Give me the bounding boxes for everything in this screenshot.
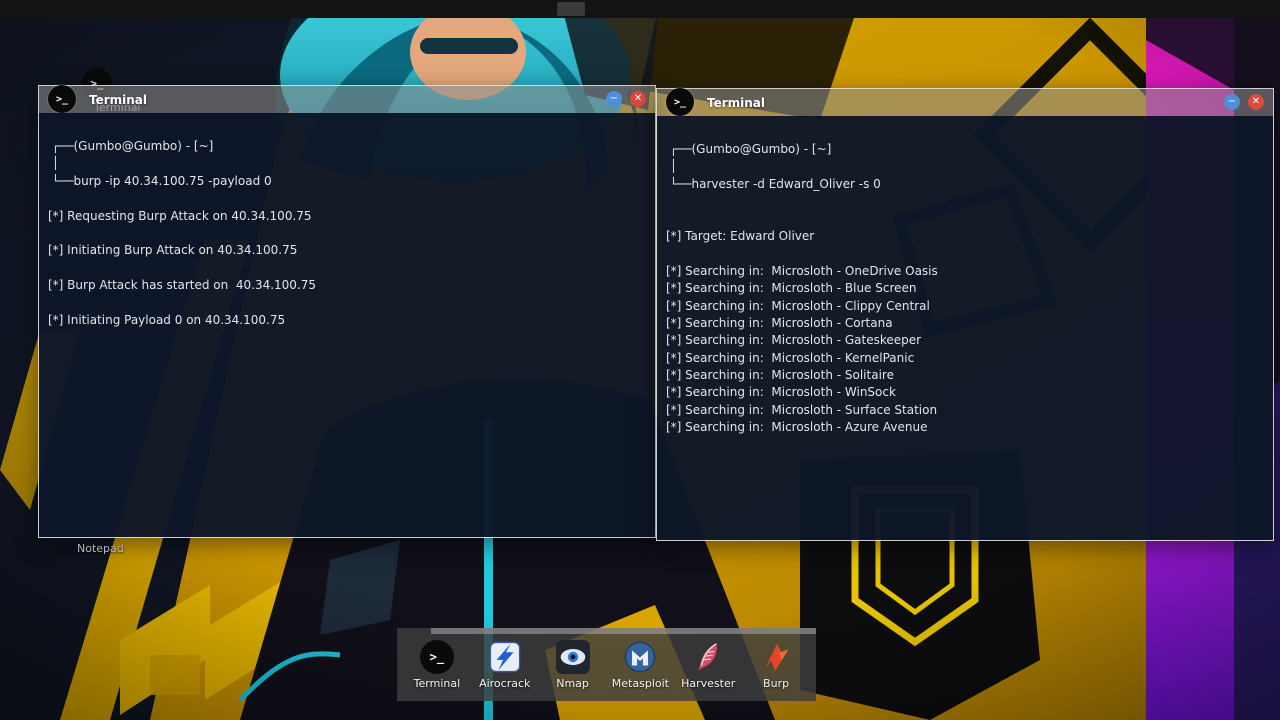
top-panel-applet[interactable] — [557, 2, 585, 16]
dock-label-nmap: Nmap — [556, 677, 589, 690]
dock-item-terminal[interactable]: >_ Terminal — [405, 640, 469, 690]
metasploit-icon — [623, 640, 657, 674]
dock-item-harvester[interactable]: Harvester — [676, 640, 740, 690]
window-title: Terminal — [707, 96, 765, 110]
airocrack-icon — [488, 640, 522, 674]
terminal-line: [*] Searching in: Microsloth - KernelPan… — [666, 350, 1263, 367]
close-icon: ✕ — [1252, 97, 1260, 107]
terminal-icon: >_ — [48, 85, 76, 113]
terminal-line: [*] Searching in: Microsloth - WinSock — [666, 384, 1263, 401]
terminal-line: [*] Target: Edward Oliver — [666, 228, 1263, 245]
terminal-icon-glyph: >_ — [430, 650, 444, 664]
dock-item-metasploit[interactable]: Metasploit — [608, 640, 672, 690]
terminal-window-harvester: >_ Terminal − ✕ ┌──(Gumbo@Gumbo) - [~] │… — [656, 88, 1274, 541]
dock-top-strip — [431, 628, 816, 634]
terminal-line: [*] Searching in: Microsloth - Surface S… — [666, 402, 1263, 419]
terminal-line: [*] Initiating Burp Attack on 40.34.100.… — [48, 242, 645, 259]
minimize-icon: − — [610, 94, 618, 104]
terminal-line: [*] Searching in: Microsloth - Gateskeep… — [666, 332, 1263, 349]
terminal-line: [*] Searching in: Microsloth - Clippy Ce… — [666, 298, 1263, 315]
dock: >_ Terminal Airocrack Nmap Metasploi — [397, 628, 816, 701]
dock-item-nmap[interactable]: Nmap — [541, 640, 605, 690]
terminal-icon: >_ — [420, 640, 454, 674]
terminal-line: [*] Searching in: Microsloth - Azure Ave… — [666, 419, 1263, 436]
harvester-feather-icon — [691, 640, 725, 674]
terminal-icon: >_ — [666, 88, 694, 116]
dock-label-terminal: Terminal — [414, 677, 461, 690]
terminal-output[interactable]: ┌──(Gumbo@Gumbo) - [~] │ └──harvester -d… — [657, 116, 1273, 540]
minimize-button[interactable]: − — [606, 91, 622, 107]
dock-label-metasploit: Metasploit — [612, 677, 669, 690]
terminal-line: [*] Searching in: Microsloth - Cortana — [666, 315, 1263, 332]
close-button[interactable]: ✕ — [630, 91, 646, 107]
terminal-line — [666, 193, 1263, 210]
titlebar[interactable]: >_ Terminal − ✕ — [657, 89, 1273, 116]
nmap-eye-icon — [556, 640, 590, 674]
top-panel — [0, 0, 1280, 18]
terminal-output[interactable]: ┌──(Gumbo@Gumbo) - [~] │ └──burp -ip 40.… — [39, 113, 655, 537]
close-button[interactable]: ✕ — [1248, 94, 1264, 110]
dock-item-airocrack[interactable]: Airocrack — [473, 640, 537, 690]
window-title: Terminal — [89, 93, 147, 107]
dock-label-burp: Burp — [763, 677, 789, 690]
minimize-button[interactable]: − — [1224, 94, 1240, 110]
terminal-line — [48, 190, 645, 207]
terminal-line: └──burp -ip 40.34.100.75 -payload 0 — [48, 173, 645, 190]
terminal-line: [*] Requesting Burp Attack on 40.34.100.… — [48, 208, 645, 225]
terminal-line: [*] Searching in: Microsloth - OneDrive … — [666, 263, 1263, 280]
terminal-line: [*] Searching in: Microsloth - Blue Scre… — [666, 280, 1263, 297]
terminal-line — [48, 225, 645, 242]
terminal-icon-glyph: >_ — [56, 94, 68, 105]
terminal-line — [48, 260, 645, 277]
terminal-line — [666, 245, 1263, 262]
dock-items: >_ Terminal Airocrack Nmap Metasploi — [403, 640, 810, 697]
terminal-line: │ — [666, 158, 1263, 175]
terminal-line: └──harvester -d Edward_Oliver -s 0 — [666, 176, 1263, 193]
terminal-icon-glyph: >_ — [674, 97, 686, 108]
terminal-line: ┌──(Gumbo@Gumbo) - [~] — [666, 141, 1263, 158]
terminal-line — [666, 211, 1263, 228]
dock-label-harvester: Harvester — [681, 677, 735, 690]
terminal-line: │ — [48, 155, 645, 172]
terminal-window-burp: >_ Terminal − ✕ ┌──(Gumbo@Gumbo) - [~] │… — [38, 85, 656, 538]
dock-label-airocrack: Airocrack — [479, 677, 530, 690]
dock-item-burp[interactable]: Burp — [744, 640, 808, 690]
terminal-line — [48, 295, 645, 312]
background-notepad-title[interactable]: Notepad — [77, 542, 124, 555]
minimize-icon: − — [1228, 97, 1236, 107]
titlebar[interactable]: >_ Terminal − ✕ — [39, 86, 655, 113]
terminal-line: [*] Searching in: Microsloth - Solitaire — [666, 367, 1263, 384]
burp-icon — [759, 640, 793, 674]
terminal-line: [*] Initiating Payload 0 on 40.34.100.75 — [48, 312, 645, 329]
terminal-line: ┌──(Gumbo@Gumbo) - [~] — [48, 138, 645, 155]
close-icon: ✕ — [634, 94, 642, 104]
terminal-line: [*] Burp Attack has started on 40.34.100… — [48, 277, 645, 294]
